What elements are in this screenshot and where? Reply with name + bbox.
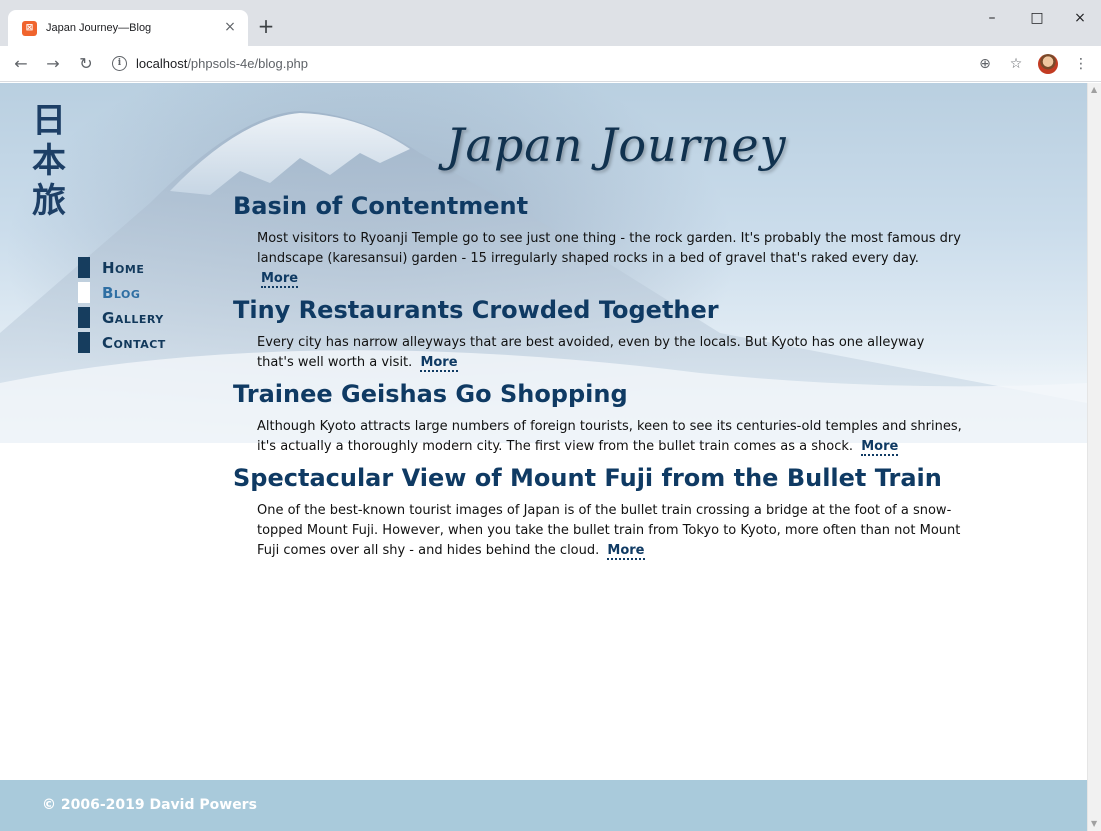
page-viewport: 日 本 旅 Japan Journey Home Blog Gallery Co… bbox=[0, 83, 1087, 831]
nav-item-gallery[interactable]: Gallery bbox=[78, 305, 166, 330]
back-arrow-icon[interactable]: ← bbox=[8, 51, 34, 77]
vertical-scrollbar[interactable]: ▲ ▼ bbox=[1087, 83, 1101, 831]
post-title: Basin of Contentment bbox=[233, 192, 529, 220]
address-bar[interactable]: localhost/phpsols-4e/blog.php bbox=[136, 56, 308, 72]
reload-icon[interactable]: ↻ bbox=[73, 51, 99, 77]
blog-posts: Basin of Contentment Most visitors to Ry… bbox=[233, 191, 963, 567]
more-link[interactable]: More bbox=[420, 355, 458, 372]
more-link[interactable]: More bbox=[607, 543, 645, 560]
page-footer: © 2006-2019 David Powers bbox=[0, 780, 1087, 831]
post-text: Most visitors to Ryoanji Temple go to se… bbox=[257, 231, 961, 266]
post-text: Although Kyoto attracts large numbers of… bbox=[257, 419, 962, 454]
bookmark-star-icon[interactable]: ☆ bbox=[1003, 52, 1029, 76]
browser-tab-bar: ⊠ Japan Journey—Blog × + – □ × bbox=[0, 0, 1101, 46]
blog-post: Spectacular View of Mount Fuji from the … bbox=[233, 463, 963, 561]
url-host: localhost bbox=[136, 56, 188, 71]
nav-item-blog[interactable]: Blog bbox=[78, 280, 166, 305]
scroll-up-arrow-icon[interactable]: ▲ bbox=[1091, 85, 1097, 95]
kanji-logo: 日 本 旅 bbox=[26, 101, 72, 221]
nav-item-label: Home bbox=[102, 258, 145, 277]
nav-item-label: Gallery bbox=[102, 308, 164, 327]
blog-post: Basin of Contentment Most visitors to Ry… bbox=[233, 191, 963, 289]
xampp-favicon-icon: ⊠ bbox=[22, 21, 37, 36]
browser-tab[interactable]: ⊠ Japan Journey—Blog × bbox=[8, 10, 248, 46]
site-info-icon[interactable]: i bbox=[112, 56, 127, 71]
post-excerpt: Although Kyoto attracts large numbers of… bbox=[257, 417, 963, 457]
nav-item-label: Blog bbox=[102, 283, 141, 302]
kanji-char: 日 bbox=[32, 101, 66, 141]
nav-item-home[interactable]: Home bbox=[78, 255, 166, 280]
post-excerpt: One of the best-known tourist images of … bbox=[257, 501, 963, 561]
kanji-char: 本 bbox=[32, 141, 66, 181]
profile-avatar[interactable] bbox=[1038, 54, 1058, 74]
blog-post: Trainee Geishas Go Shopping Although Kyo… bbox=[233, 379, 963, 457]
scroll-down-arrow-icon[interactable]: ▼ bbox=[1091, 819, 1097, 829]
blog-post: Tiny Restaurants Crowded Together Every … bbox=[233, 295, 963, 373]
main-nav: Home Blog Gallery Contact bbox=[78, 255, 166, 355]
zoom-icon[interactable]: ⊕ bbox=[972, 52, 998, 76]
url-path: /phpsols-4e/blog.php bbox=[187, 56, 309, 71]
close-window-button[interactable]: × bbox=[1060, 6, 1100, 30]
maximize-button[interactable]: □ bbox=[1017, 6, 1057, 30]
post-title: Spectacular View of Mount Fuji from the … bbox=[233, 464, 942, 492]
minimize-button[interactable]: – bbox=[972, 6, 1012, 30]
copyright-text: © 2006-2019 David Powers bbox=[42, 797, 257, 813]
nav-marker bbox=[78, 282, 90, 303]
forward-arrow-icon[interactable]: → bbox=[40, 51, 66, 77]
new-tab-button[interactable]: + bbox=[254, 14, 278, 38]
browser-toolbar: ← → ↻ i localhost/phpsols-4e/blog.php ⊕ … bbox=[0, 46, 1101, 82]
menu-kebab-icon[interactable]: ⋮ bbox=[1068, 52, 1094, 76]
tab-close-icon[interactable]: × bbox=[220, 17, 240, 37]
more-link[interactable]: More bbox=[861, 439, 899, 456]
post-excerpt: Every city has narrow alleyways that are… bbox=[257, 333, 963, 373]
post-text: Every city has narrow alleyways that are… bbox=[257, 335, 925, 370]
kanji-char: 旅 bbox=[32, 181, 66, 221]
tab-title: Japan Journey—Blog bbox=[46, 22, 152, 34]
nav-marker bbox=[78, 257, 90, 278]
nav-marker bbox=[78, 307, 90, 328]
nav-item-contact[interactable]: Contact bbox=[78, 330, 166, 355]
nav-item-label: Contact bbox=[102, 333, 166, 352]
post-title: Trainee Geishas Go Shopping bbox=[233, 380, 628, 408]
site-title: Japan Journey bbox=[446, 118, 787, 172]
post-excerpt: Most visitors to Ryoanji Temple go to se… bbox=[257, 229, 963, 289]
post-title: Tiny Restaurants Crowded Together bbox=[233, 296, 719, 324]
more-link[interactable]: More bbox=[261, 271, 299, 288]
nav-marker bbox=[78, 332, 90, 353]
